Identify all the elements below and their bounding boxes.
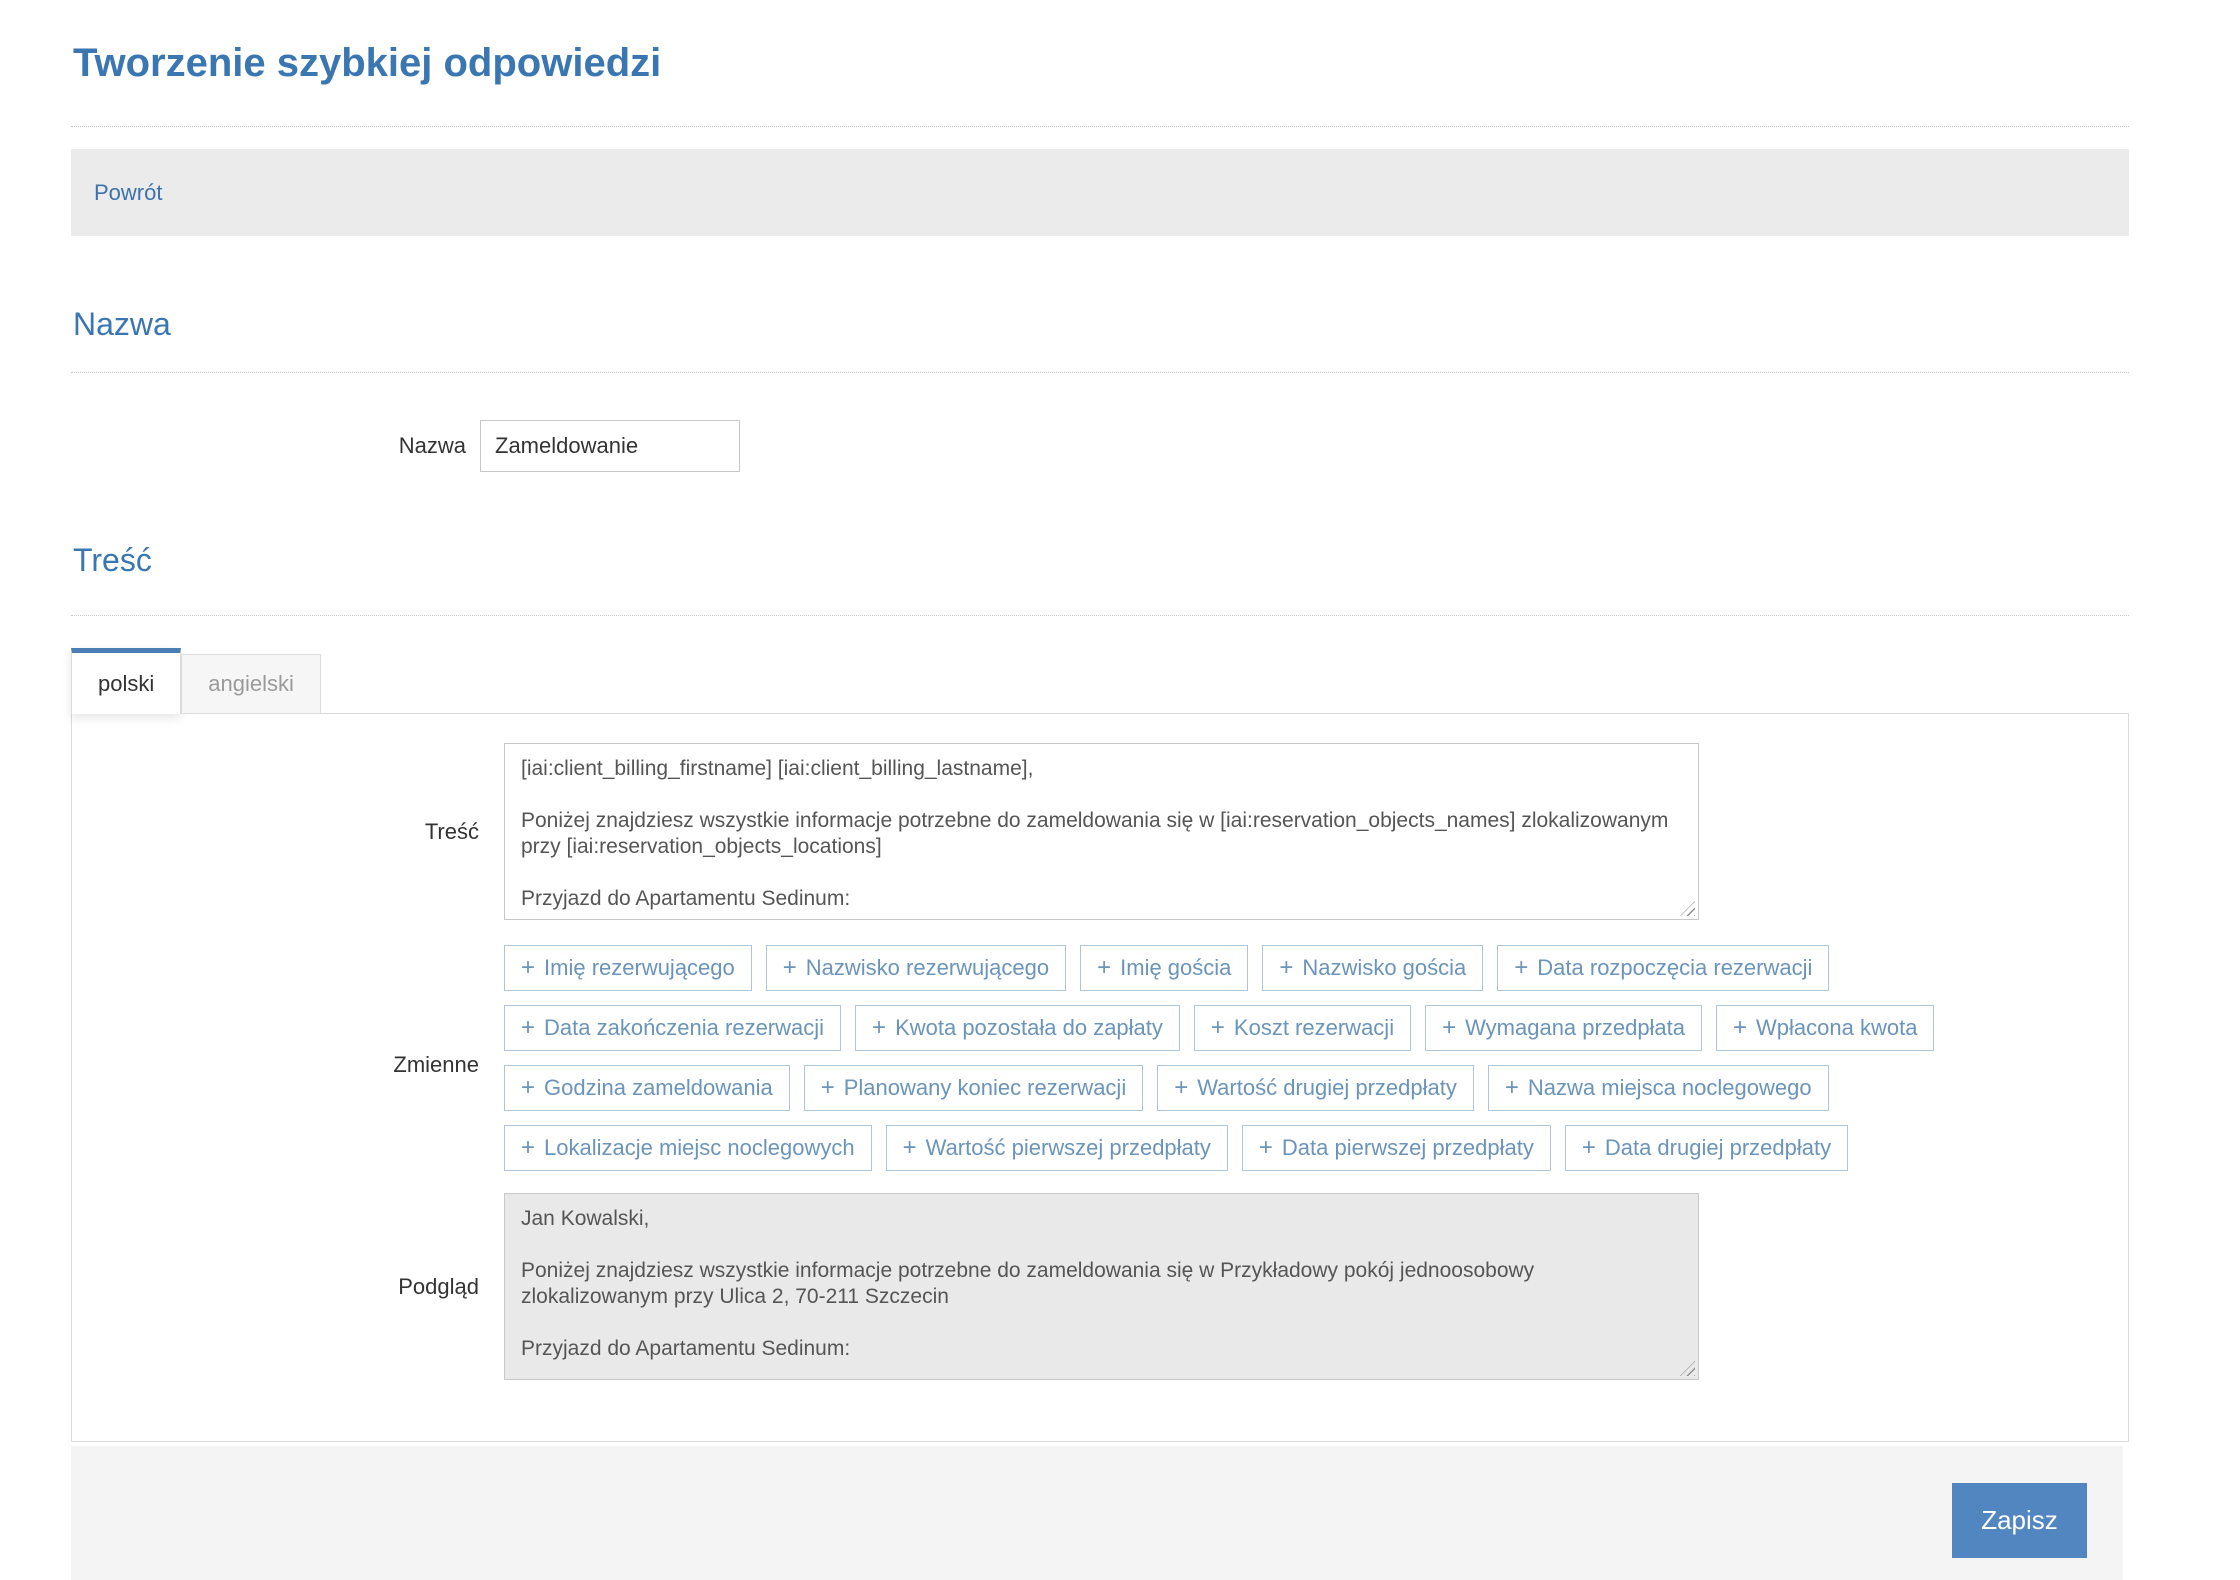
language-tabs: polskiangielski [71,648,2129,713]
variable-button[interactable]: + Planowany koniec rezerwacji [804,1065,1143,1111]
variable-button[interactable]: + Data zakończenia rezerwacji [504,1005,841,1051]
page-container: Tworzenie szybkiej odpowiedzi Powrót Naz… [71,38,2129,1580]
variable-button[interactable]: + Imię gościa [1080,945,1248,991]
plus-icon: + [872,1016,886,1040]
variable-button-row: + Lokalizacje miejsc noclegowych + Wartość … [504,1125,1948,1185]
variable-button-row: + Data zakończenia rezerwacji + Kwota pozos… [504,1005,1948,1065]
variable-button-label: Wymagana przedpłata [1465,1015,1685,1041]
plus-icon: + [1733,1016,1747,1040]
content-form-row: Treść [iai:client_billing_firstname] [ia… [72,743,2128,920]
plus-icon: + [783,956,797,980]
variable-button[interactable]: + Nazwisko gościa [1262,945,1483,991]
variable-button-label: Imię gościa [1120,955,1231,981]
variable-buttons: + Imię rezerwującego + Nazwisko rezerwujące… [504,945,1948,1185]
variable-button[interactable]: + Data drugiej przedpłaty [1565,1125,1848,1171]
variable-button[interactable]: + Nazwa miejsca noclegowego [1488,1065,1829,1111]
content-section-separator [71,615,2129,616]
plus-icon: + [521,1136,535,1160]
footer-action-bar: Zapisz [71,1446,2123,1580]
plus-icon: + [1259,1136,1273,1160]
variable-button-label: Imię rezerwującego [544,955,735,981]
preview-textarea-wrap: Jan Kowalski, Poniżej znajdziesz wszystk… [504,1193,1699,1380]
plus-icon: + [1582,1136,1596,1160]
variable-button-label: Data pierwszej przedpłaty [1282,1135,1534,1161]
back-link[interactable]: Powrót [94,180,162,206]
plus-icon: + [1211,1016,1225,1040]
preview-form-row: Podgląd Jan Kowalski, Poniżej znajdziesz… [72,1193,2128,1380]
variable-button-label: Wartość pierwszej przedpłaty [926,1135,1211,1161]
plus-icon: + [1174,1076,1188,1100]
plus-icon: + [1097,956,1111,980]
variable-button[interactable]: + Wymagana przedpłata [1425,1005,1702,1051]
variable-button-row: + Godzina zameldowania + Planowany koniec r… [504,1065,1948,1125]
variable-button-label: Wartość drugiej przedpłaty [1197,1075,1457,1101]
name-section-separator [71,372,2129,373]
name-input[interactable] [480,420,740,472]
plus-icon: + [1442,1016,1456,1040]
content-textarea[interactable]: [iai:client_billing_firstname] [iai:clie… [504,743,1699,920]
tab-angielski[interactable]: angielski [181,654,321,714]
plus-icon: + [521,956,535,980]
name-field-label: Nazwa [71,433,480,459]
variables-form-row: Zmienne + Imię rezerwującego + Nazwisko rez… [72,945,2128,1185]
variable-button[interactable]: + Lokalizacje miejsc noclegowych [504,1125,872,1171]
variable-button[interactable]: + Godzina zameldowania [504,1065,790,1111]
variable-button-label: Nazwa miejsca noclegowego [1528,1075,1812,1101]
variable-button[interactable]: + Kwota pozostała do zapłaty [855,1005,1180,1051]
content-tab-panel: Treść [iai:client_billing_firstname] [ia… [71,713,2129,1442]
plus-icon: + [1514,956,1528,980]
plus-icon: + [521,1016,535,1040]
content-section-header: Treść [73,540,2129,580]
variable-button-label: Data rozpoczęcia rezerwacji [1537,955,1812,981]
variable-button-label: Kwota pozostała do zapłaty [895,1015,1163,1041]
content-field-label: Treść [72,819,504,845]
plus-icon: + [821,1076,835,1100]
variable-button-label: Wpłacona kwota [1756,1015,1917,1041]
plus-icon: + [1505,1076,1519,1100]
variable-button-label: Planowany koniec rezerwacji [844,1075,1126,1101]
variable-button-label: Data zakończenia rezerwacji [544,1015,824,1041]
variable-button[interactable]: + Data rozpoczęcia rezerwacji [1497,945,1829,991]
plus-icon: + [1279,956,1293,980]
title-separator [71,126,2129,127]
variable-button-label: Godzina zameldowania [544,1075,773,1101]
variable-button[interactable]: + Wpłacona kwota [1716,1005,1934,1051]
back-toolbar: Powrót [71,149,2129,236]
variable-button[interactable]: + Data pierwszej przedpłaty [1242,1125,1551,1171]
variable-button[interactable]: + Wartość pierwszej przedpłaty [886,1125,1228,1171]
save-button[interactable]: Zapisz [1952,1483,2087,1558]
variable-button-label: Koszt rezerwacji [1234,1015,1394,1041]
preview-textarea: Jan Kowalski, Poniżej znajdziesz wszystk… [504,1193,1699,1380]
content-textarea-wrap: [iai:client_billing_firstname] [iai:clie… [504,743,1699,920]
variable-button-label: Lokalizacje miejsc noclegowych [544,1135,855,1161]
plus-icon: + [903,1136,917,1160]
plus-icon: + [521,1076,535,1100]
variable-button[interactable]: + Imię rezerwującego [504,945,752,991]
variable-button-label: Nazwisko gościa [1302,955,1466,981]
variable-button[interactable]: + Koszt rezerwacji [1194,1005,1411,1051]
page-title: Tworzenie szybkiej odpowiedzi [73,38,2129,88]
variable-button-row: + Imię rezerwującego + Nazwisko rezerwujące… [504,945,1948,1005]
variable-button[interactable]: + Nazwisko rezerwującego [766,945,1066,991]
name-section-header: Nazwa [73,304,2129,344]
variable-button-label: Data drugiej przedpłaty [1605,1135,1831,1161]
variables-label: Zmienne [72,1052,504,1078]
name-form-row: Nazwa [71,420,2129,472]
preview-label: Podgląd [72,1274,504,1300]
variable-button[interactable]: + Wartość drugiej przedpłaty [1157,1065,1474,1111]
tab-polski[interactable]: polski [71,648,181,714]
variable-button-label: Nazwisko rezerwującego [806,955,1049,981]
